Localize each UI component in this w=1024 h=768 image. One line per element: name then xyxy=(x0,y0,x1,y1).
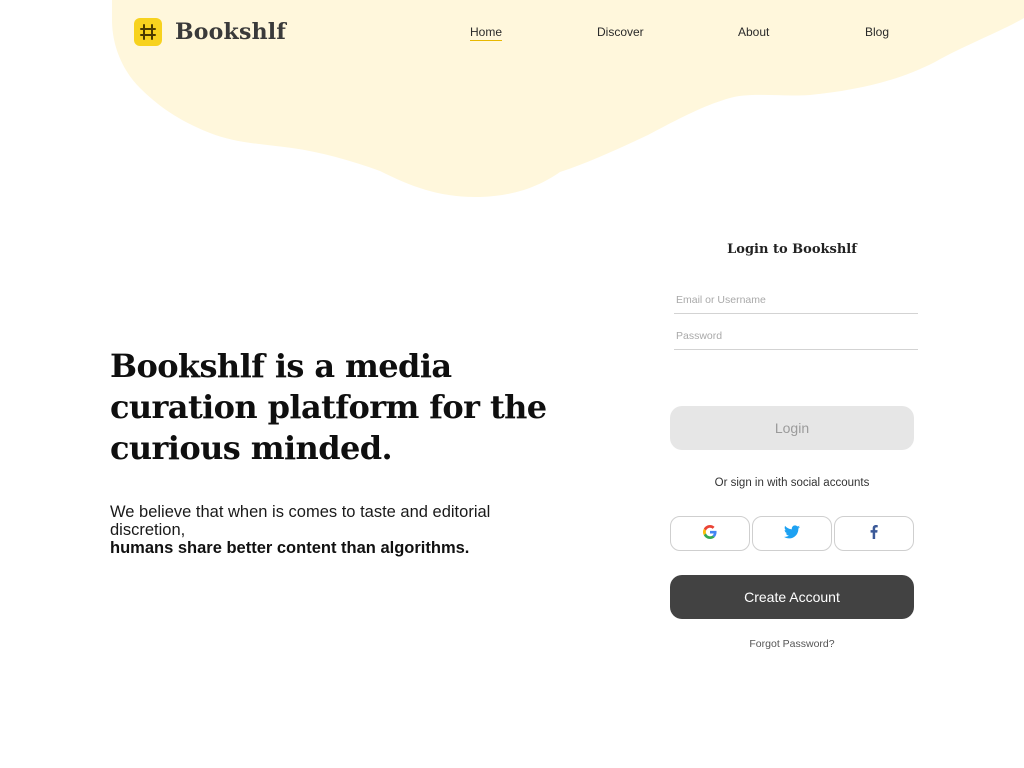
brand-name: Bookshlf xyxy=(175,19,286,45)
forgot-password-link[interactable]: Forgot Password? xyxy=(670,638,914,650)
hero-subtitle: We believe that when is comes to taste a… xyxy=(110,503,550,557)
nav-about[interactable]: About xyxy=(738,25,769,39)
hero-title-line-3: curious minded. xyxy=(110,429,393,467)
google-icon xyxy=(703,525,717,542)
site-header: Bookshlf Home Discover About Blog xyxy=(0,0,1024,64)
facebook-icon xyxy=(870,525,878,542)
hero-title-line-2: curation platform for the xyxy=(110,388,547,426)
login-button[interactable]: Login xyxy=(670,406,914,450)
facebook-signin-button[interactable] xyxy=(834,516,914,551)
twitter-signin-button[interactable] xyxy=(752,516,832,551)
twitter-icon xyxy=(784,525,800,542)
login-title: Login to Bookshlf xyxy=(727,242,857,257)
bookshelf-icon xyxy=(134,18,162,46)
brand-logo[interactable]: Bookshlf xyxy=(134,18,286,46)
nav-discover[interactable]: Discover xyxy=(597,25,644,39)
google-signin-button[interactable] xyxy=(670,516,750,551)
hero-title: Bookshlf is a media curation platform fo… xyxy=(110,346,550,469)
password-field[interactable] xyxy=(674,322,918,350)
create-account-button[interactable]: Create Account xyxy=(670,575,914,619)
hero-subtitle-strong: humans share better content than algorit… xyxy=(110,539,470,557)
hero-subtitle-text: We believe that when is comes to taste a… xyxy=(110,503,491,539)
hero-title-line-1: Bookshlf is a media xyxy=(110,347,452,385)
nav-home[interactable]: Home xyxy=(470,25,503,41)
social-signin-text: Or sign in with social accounts xyxy=(714,477,870,489)
hero-section: Bookshlf is a media curation platform fo… xyxy=(110,346,550,557)
email-field[interactable] xyxy=(674,286,918,314)
nav-blog[interactable]: Blog xyxy=(865,25,889,39)
